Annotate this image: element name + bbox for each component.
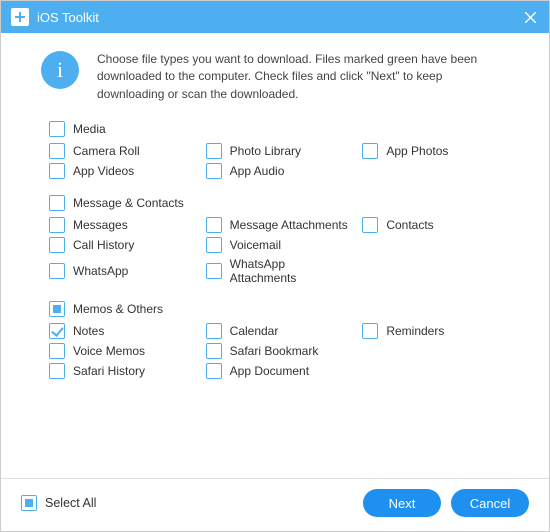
item-label: Call History (73, 238, 134, 252)
item-label: Safari History (73, 364, 145, 378)
group-memos-others: Memos & Others Notes Calendar Reminders … (49, 301, 509, 379)
checkbox-icon (49, 323, 65, 339)
item-label: WhatsApp Attachments (230, 257, 353, 285)
item-label: Voicemail (230, 238, 281, 252)
checkbox-icon (206, 143, 222, 159)
info-text: Choose file types you want to download. … (97, 51, 509, 103)
checkbox-icon (206, 237, 222, 253)
item-label: Messages (73, 218, 128, 232)
window-title: iOS Toolkit (37, 10, 521, 25)
item-app-videos[interactable]: App Videos (49, 163, 196, 179)
checkbox-icon (206, 217, 222, 233)
group-label: Message & Contacts (73, 196, 184, 210)
item-label: App Audio (230, 164, 285, 178)
file-type-list: Media Camera Roll Photo Library App Phot… (1, 113, 549, 478)
checkbox-icon (49, 301, 65, 317)
item-whatsapp[interactable]: WhatsApp (49, 257, 196, 285)
checkbox-icon (49, 343, 65, 359)
cancel-button[interactable]: Cancel (451, 489, 529, 517)
item-voice-memos[interactable]: Voice Memos (49, 343, 196, 359)
app-icon (11, 8, 29, 26)
checkbox-icon (49, 263, 65, 279)
item-calendar[interactable]: Calendar (206, 323, 353, 339)
checkbox-icon (362, 323, 378, 339)
checkbox-icon (49, 195, 65, 211)
item-photo-library[interactable]: Photo Library (206, 143, 353, 159)
checkbox-icon (49, 363, 65, 379)
item-camera-roll[interactable]: Camera Roll (49, 143, 196, 159)
item-app-document[interactable]: App Document (206, 363, 353, 379)
group-media: Media Camera Roll Photo Library App Phot… (49, 121, 509, 179)
checkbox-icon (206, 323, 222, 339)
item-label: Calendar (230, 324, 279, 338)
item-voicemail[interactable]: Voicemail (206, 237, 353, 253)
item-label: Message Attachments (230, 218, 348, 232)
item-label: App Videos (73, 164, 134, 178)
footer: Select All Next Cancel (1, 478, 549, 531)
select-all-checkbox[interactable]: Select All (21, 495, 96, 511)
item-message-attachments[interactable]: Message Attachments (206, 217, 353, 233)
group-label: Media (73, 122, 106, 136)
item-safari-bookmark[interactable]: Safari Bookmark (206, 343, 353, 359)
titlebar: iOS Toolkit (1, 1, 549, 33)
group-media-header[interactable]: Media (49, 121, 509, 137)
group-message-contacts: Message & Contacts Messages Message Atta… (49, 195, 509, 285)
item-label: Contacts (386, 218, 433, 232)
item-label: Voice Memos (73, 344, 145, 358)
item-label: App Photos (386, 144, 448, 158)
item-whatsapp-attachments[interactable]: WhatsApp Attachments (206, 257, 353, 285)
checkbox-icon (49, 217, 65, 233)
main-window: iOS Toolkit i Choose file types you want… (0, 0, 550, 532)
item-label: Camera Roll (73, 144, 140, 158)
group-label: Memos & Others (73, 302, 163, 316)
item-notes[interactable]: Notes (49, 323, 196, 339)
checkbox-icon (362, 217, 378, 233)
item-reminders[interactable]: Reminders (362, 323, 509, 339)
checkbox-icon (49, 237, 65, 253)
group-message-header[interactable]: Message & Contacts (49, 195, 509, 211)
checkbox-icon (49, 143, 65, 159)
checkbox-icon (21, 495, 37, 511)
item-label: App Document (230, 364, 309, 378)
item-label: Safari Bookmark (230, 344, 319, 358)
info-icon: i (41, 51, 79, 89)
item-call-history[interactable]: Call History (49, 237, 196, 253)
checkbox-icon (362, 143, 378, 159)
group-memos-header[interactable]: Memos & Others (49, 301, 509, 317)
close-button[interactable] (521, 8, 539, 26)
item-label: WhatsApp (73, 264, 128, 278)
item-label: Photo Library (230, 144, 301, 158)
item-app-photos[interactable]: App Photos (362, 143, 509, 159)
info-row: i Choose file types you want to download… (1, 33, 549, 113)
checkbox-icon (49, 121, 65, 137)
checkbox-icon (206, 343, 222, 359)
checkbox-icon (206, 163, 222, 179)
item-label: Reminders (386, 324, 444, 338)
item-messages[interactable]: Messages (49, 217, 196, 233)
checkbox-icon (206, 263, 222, 279)
item-label: Notes (73, 324, 104, 338)
next-button[interactable]: Next (363, 489, 441, 517)
item-app-audio[interactable]: App Audio (206, 163, 353, 179)
checkbox-icon (49, 163, 65, 179)
checkbox-icon (206, 363, 222, 379)
item-safari-history[interactable]: Safari History (49, 363, 196, 379)
item-contacts[interactable]: Contacts (362, 217, 509, 233)
select-all-label: Select All (45, 496, 96, 510)
